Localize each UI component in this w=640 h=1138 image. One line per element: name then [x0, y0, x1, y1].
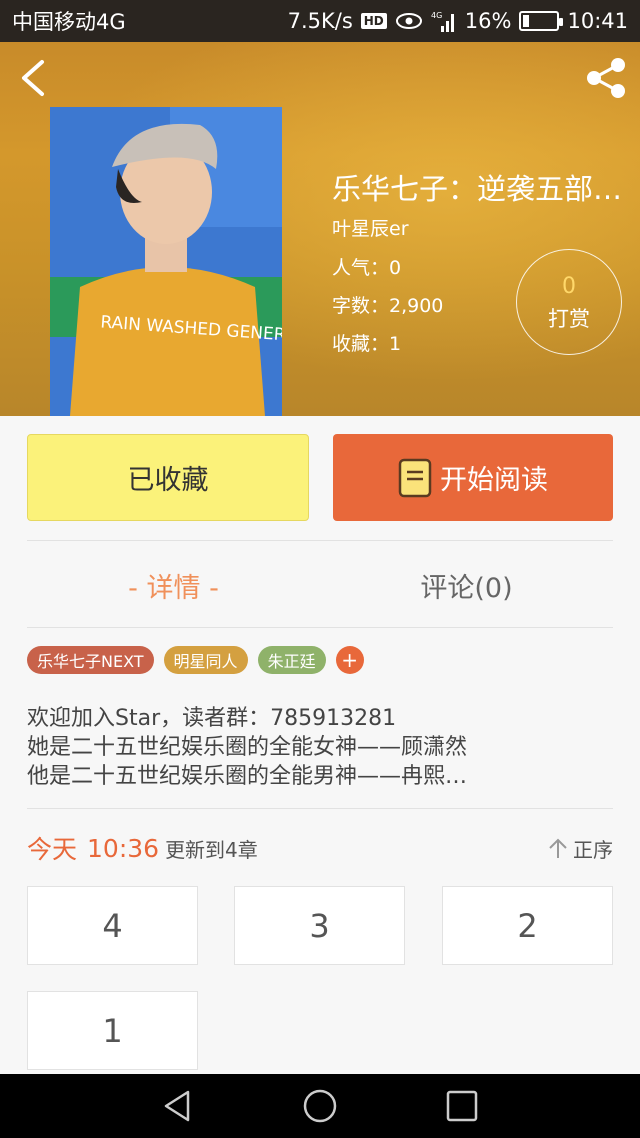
- battery-percent: 16%: [464, 9, 512, 33]
- favorited-label: 已收藏: [127, 465, 209, 496]
- book-cover-image[interactable]: RAIN WASHED GENERATIO: [50, 107, 282, 416]
- reward-count: 0: [562, 274, 576, 299]
- nav-recents-icon[interactable]: [444, 1088, 480, 1124]
- book-header: RAIN WASHED GENERATIO 乐华七子：逆袭五部… 叶星辰er 人…: [0, 42, 640, 416]
- carrier-label: 中国移动4G: [12, 10, 126, 34]
- tag-chip[interactable]: 朱正廷: [257, 646, 326, 674]
- tab-comments[interactable]: 评论(0): [320, 563, 613, 607]
- tag-chip[interactable]: 明星同人: [163, 646, 248, 674]
- reward-button[interactable]: 0 打赏: [516, 249, 622, 355]
- sort-order-button[interactable]: 正序: [547, 834, 613, 863]
- status-bar: 中国移动4G 7.5K/s HD 4G 16% 10:41: [0, 0, 640, 42]
- intro-line: 她是二十五世纪娱乐圈的全能女神——顾潇然: [27, 735, 468, 760]
- sort-label: 正序: [573, 837, 613, 862]
- share-icon[interactable]: [582, 56, 630, 100]
- popularity-stat: 人气：0: [332, 257, 402, 279]
- book-icon: [398, 458, 432, 497]
- intro-line: 他是二十五世纪娱乐圈的全能男神——冉熙…: [27, 764, 468, 789]
- start-reading-label: 开始阅读: [440, 465, 548, 496]
- battery-icon: [519, 11, 564, 31]
- tab-detail[interactable]: - 详情 -: [27, 563, 320, 607]
- signal-icon: 4G: [431, 11, 454, 32]
- eye-icon: [395, 13, 422, 29]
- update-day: 今天: [27, 835, 78, 864]
- favorites-stat: 收藏：1: [332, 333, 402, 355]
- divider: [27, 627, 613, 628]
- battery-fill: [523, 15, 530, 27]
- reward-label: 打赏: [548, 307, 590, 331]
- start-reading-button[interactable]: 开始阅读: [333, 434, 613, 521]
- favorited-button[interactable]: 已收藏: [27, 434, 309, 521]
- update-info: 今天 10:36 更新到4章 正序: [27, 830, 613, 866]
- divider: [27, 540, 613, 541]
- divider: [27, 808, 613, 809]
- author-name[interactable]: 叶星辰er: [332, 214, 409, 241]
- add-tag-button[interactable]: +: [335, 646, 364, 674]
- word-count-stat: 字数：2,900: [332, 295, 444, 317]
- nav-home-icon[interactable]: [302, 1088, 338, 1124]
- tag-list: 乐华七子NEXT 明星同人 朱正廷 +: [27, 646, 364, 674]
- chapter-button[interactable]: 2: [442, 886, 613, 965]
- update-time: 10:36: [87, 833, 160, 863]
- book-intro[interactable]: 欢迎加入Star，读者群：785913281 她是二十五世纪娱乐圈的全能女神——…: [27, 704, 613, 791]
- chapter-button[interactable]: 4: [27, 886, 198, 965]
- book-title: 乐华七子：逆袭五部…: [332, 172, 623, 206]
- arrow-up-icon: [549, 838, 567, 858]
- chapter-button[interactable]: 3: [234, 886, 405, 965]
- tag-chip[interactable]: 乐华七子NEXT: [27, 646, 154, 674]
- network-type-label: 4G: [431, 11, 442, 20]
- system-nav-bar: [0, 1074, 640, 1138]
- back-arrow-icon[interactable]: [14, 56, 54, 100]
- intro-line: 欢迎加入Star，读者群：785913281: [27, 706, 397, 731]
- nav-back-icon[interactable]: [160, 1088, 196, 1124]
- chapter-button[interactable]: 1: [27, 991, 198, 1070]
- network-speed: 7.5K/s: [287, 9, 353, 33]
- update-text: 更新到4章: [165, 837, 258, 862]
- hd-badge: HD: [360, 13, 387, 29]
- clock: 10:41: [567, 9, 628, 33]
